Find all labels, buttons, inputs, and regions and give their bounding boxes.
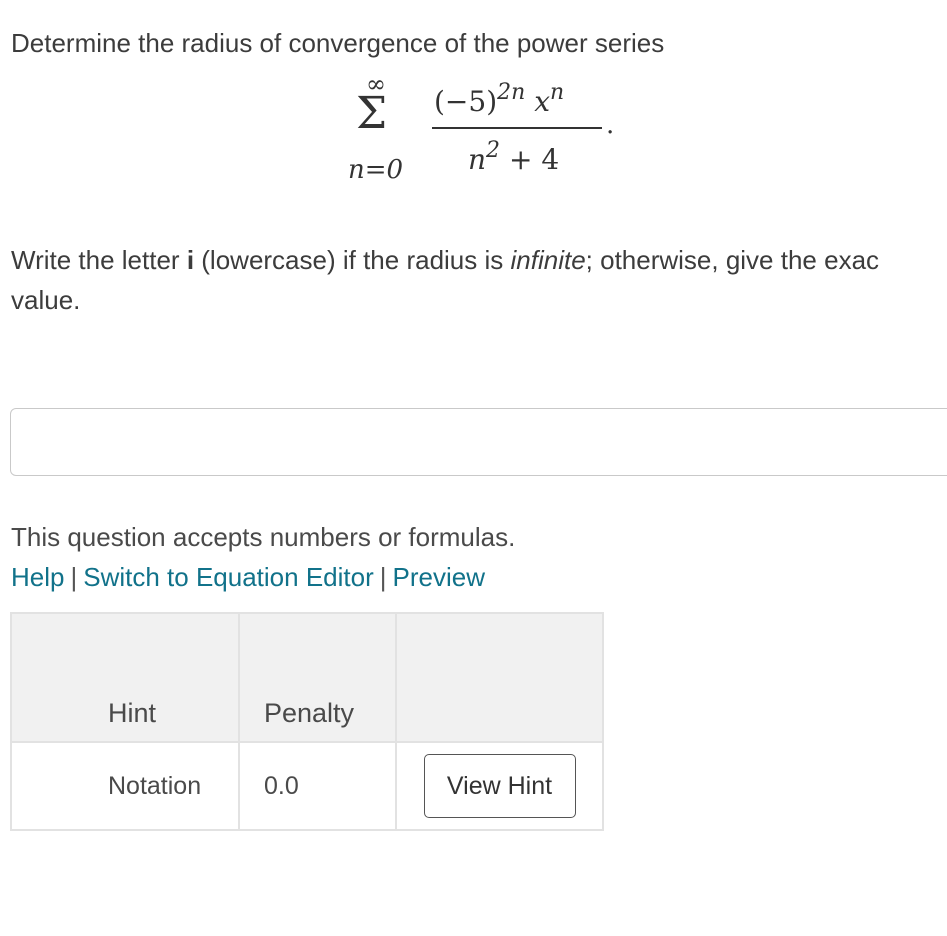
accepts-note: This question accepts numbers or formula… — [11, 522, 516, 552]
action-column-header — [395, 612, 604, 743]
hint-column-header: Hint — [10, 612, 240, 743]
denominator-exponent: 2 — [486, 138, 501, 163]
link-separator: | — [379, 562, 387, 592]
link-separator: | — [70, 562, 78, 592]
preview-link[interactable]: Preview — [393, 562, 485, 592]
instruction-line-2: value. — [11, 285, 81, 315]
action-cell: View Hint — [395, 741, 604, 831]
numerator-variable-exponent: n — [550, 80, 565, 105]
switch-equation-editor-link[interactable]: Switch to Equation Editor — [83, 562, 374, 592]
formula-period: . — [606, 110, 615, 140]
help-link[interactable]: Help — [11, 562, 64, 592]
penalty-cell: 0.0 — [238, 741, 397, 831]
denominator-variable: n — [468, 143, 487, 176]
view-hint-button[interactable]: View Hint — [423, 754, 576, 818]
instruction-text-1: Write the letter — [11, 245, 187, 275]
numerator-exponent: 2n — [497, 80, 526, 105]
instruction-italic: infinite — [510, 245, 586, 275]
sum-lower-limit: n=0 — [348, 155, 404, 185]
hint-table-header: Hint Penalty — [10, 612, 604, 743]
numerator-variable: x — [534, 85, 550, 118]
fraction-denominator: n2 + 4 — [468, 138, 559, 176]
hint-name-cell: Notation — [10, 741, 240, 831]
table-row: Notation 0.0 View Hint — [10, 741, 604, 831]
answer-links: Help | Switch to Equation Editor | Preview — [11, 562, 485, 593]
numerator-base: (−5) — [434, 85, 498, 118]
denominator-constant: + 4 — [508, 143, 560, 176]
instruction-text-2: (lowercase) if the radius is — [194, 245, 511, 275]
question-prompt: Determine the radius of convergence of t… — [11, 28, 665, 58]
fraction-numerator: (−5)2n xn — [434, 80, 564, 118]
penalty-column-header: Penalty — [238, 612, 397, 743]
instruction-text-3: ; otherwise, give the exac — [585, 245, 880, 275]
sum-symbol: Σ — [356, 88, 388, 139]
answer-input[interactable] — [10, 408, 947, 476]
fraction-bar — [432, 127, 602, 129]
answer-instructions: Write the letter i (lowercase) if the ra… — [11, 240, 947, 320]
hint-table: Hint Penalty Notation 0.0 View Hint — [10, 612, 604, 831]
instruction-bold-letter: i — [186, 245, 195, 275]
